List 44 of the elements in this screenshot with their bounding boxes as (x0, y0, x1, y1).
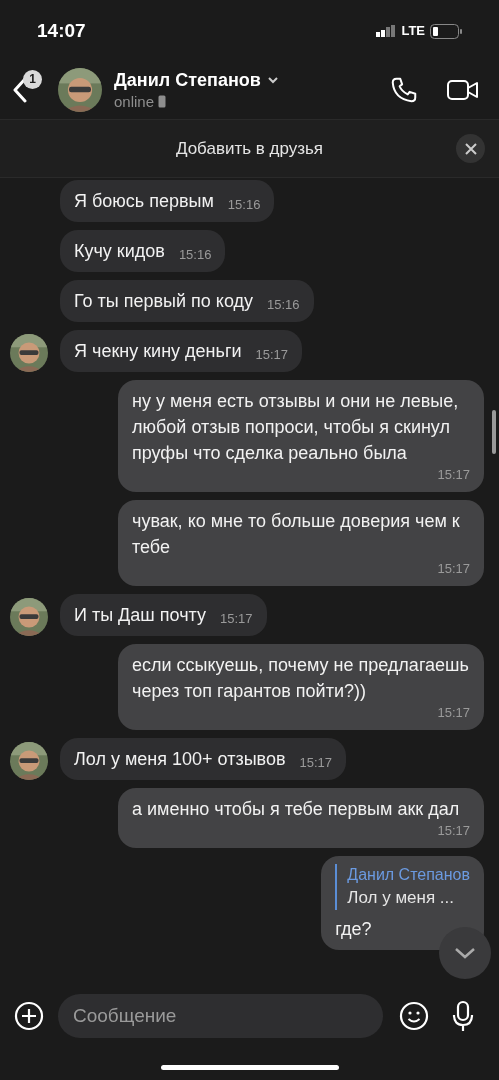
phone-device-icon (158, 95, 167, 108)
message-text: Кучу кидов (74, 240, 165, 263)
video-call-icon[interactable] (447, 78, 479, 101)
message-text: Го ты первый по коду (74, 290, 253, 313)
message-time: 15:17 (436, 704, 470, 722)
message-text: И ты Даш почту (74, 604, 206, 627)
message-text: ну у меня есть отзывы и они не левые, любой отзыв попроси, чтобы я скинул пруфы что сделка реально была (132, 390, 460, 465)
emoji-icon[interactable] (399, 1001, 429, 1031)
message-time: 15:16 (266, 296, 300, 314)
scroll-down-button[interactable] (439, 927, 491, 979)
message-text: где? (335, 918, 372, 941)
chevron-down-icon[interactable] (266, 75, 279, 84)
add-friend-button[interactable]: Добавить в друзья (175, 135, 324, 162)
contact-name[interactable]: Данил Степанов (114, 67, 261, 92)
message-text: Я чекну кину деньги (74, 340, 242, 363)
online-status: online (114, 91, 155, 112)
unread-badge: 1 (23, 69, 42, 89)
battery-icon (430, 23, 462, 39)
message-time: 15:16 (177, 246, 212, 264)
message-text: Лол у меня 100+ отзывов (74, 748, 286, 771)
message-text: Я боюсь первым (74, 190, 214, 213)
scrollbar (492, 410, 496, 454)
microphone-icon[interactable] (451, 1000, 475, 1032)
chevron-down-icon (454, 947, 476, 959)
network-label: LTE (401, 22, 425, 41)
add-icon[interactable] (14, 1001, 44, 1031)
clock: 14:07 (37, 18, 86, 43)
reply-text: Лол у меня ... (347, 887, 456, 909)
message-time: 15:17 (436, 466, 470, 484)
signal-icon (376, 25, 397, 37)
message-time: 15:17 (436, 822, 470, 840)
message-text: если ссыкуешь, почему не предлагаешь через топ гарантов пойти?)) (132, 654, 470, 703)
message-text: а именно чтобы я тебе первым акк дал (132, 798, 460, 821)
close-icon (464, 142, 477, 155)
message-time: 15:17 (254, 346, 289, 364)
message-time: 15:16 (226, 196, 261, 214)
message-time: 15:17 (218, 610, 253, 628)
message-input[interactable]: Сообщение (58, 994, 383, 1038)
message-time: 15:17 (298, 754, 333, 772)
message-time: 15:17 (436, 560, 470, 578)
reply-author: Данил Степанов (347, 865, 470, 885)
back-icon[interactable] (12, 76, 28, 103)
close-button[interactable] (456, 134, 485, 163)
message-text: чувак, ко мне то больше доверия чем к тебе (132, 510, 461, 559)
